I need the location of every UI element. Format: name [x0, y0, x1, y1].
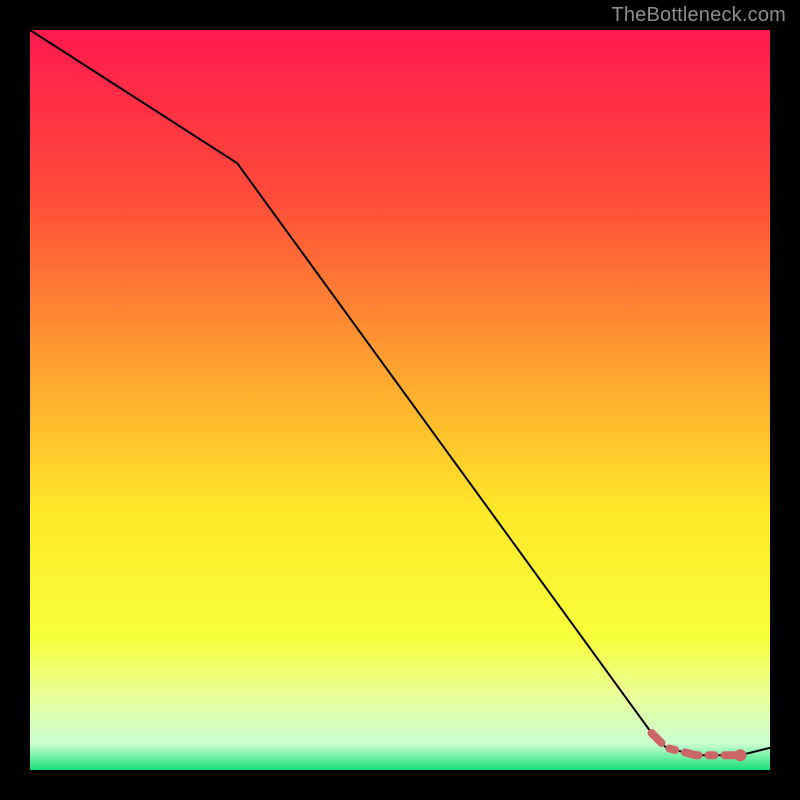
chart-stage: TheBottleneck.com	[0, 0, 800, 800]
plot-background	[30, 30, 770, 770]
terminal-dot	[734, 749, 746, 761]
watermark-text: TheBottleneck.com	[611, 4, 786, 27]
chart-svg	[0, 0, 800, 800]
